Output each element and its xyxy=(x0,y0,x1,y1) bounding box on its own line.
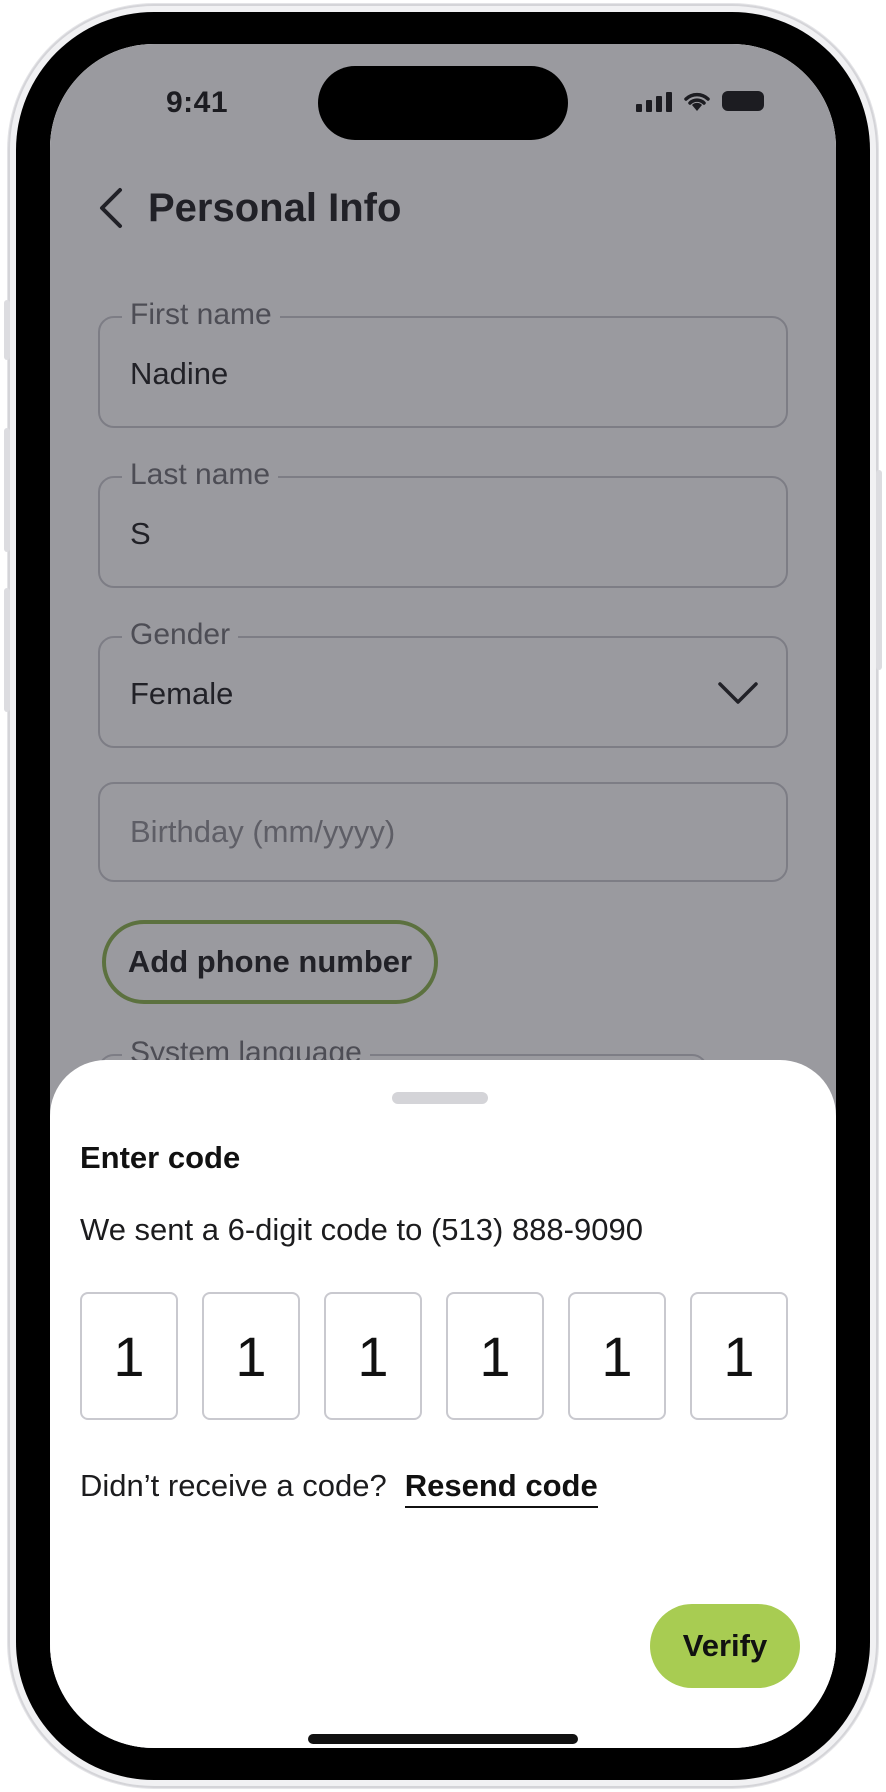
power-button xyxy=(876,470,882,670)
home-indicator[interactable] xyxy=(308,1734,578,1744)
code-digit-2[interactable]: 1 xyxy=(202,1292,300,1420)
dynamic-island xyxy=(318,66,568,140)
verify-button[interactable]: Verify xyxy=(650,1604,800,1688)
resend-row: Didn’t receive a code? Resend code xyxy=(80,1468,598,1508)
code-input-group: 1 1 1 1 1 1 xyxy=(80,1292,788,1420)
sheet-title: Enter code xyxy=(80,1140,241,1175)
code-digit-4[interactable]: 1 xyxy=(446,1292,544,1420)
resend-code-link[interactable]: Resend code xyxy=(404,1468,598,1508)
code-digit-3[interactable]: 1 xyxy=(324,1292,422,1420)
code-digit-1[interactable]: 1 xyxy=(80,1292,178,1420)
mute-switch xyxy=(4,300,10,360)
sheet-description: We sent a 6-digit code to (513) 888-9090 xyxy=(80,1212,643,1247)
code-digit-6[interactable]: 1 xyxy=(690,1292,788,1420)
enter-code-sheet: Enter code We sent a 6-digit code to (51… xyxy=(50,1060,836,1748)
screen: 9:41 Personal Info First name Nadine Las… xyxy=(50,44,836,1748)
code-digit-5[interactable]: 1 xyxy=(568,1292,666,1420)
volume-down-button xyxy=(4,588,10,712)
sheet-grabber[interactable] xyxy=(392,1092,488,1104)
resend-question: Didn’t receive a code? xyxy=(80,1468,387,1503)
volume-up-button xyxy=(4,428,10,552)
